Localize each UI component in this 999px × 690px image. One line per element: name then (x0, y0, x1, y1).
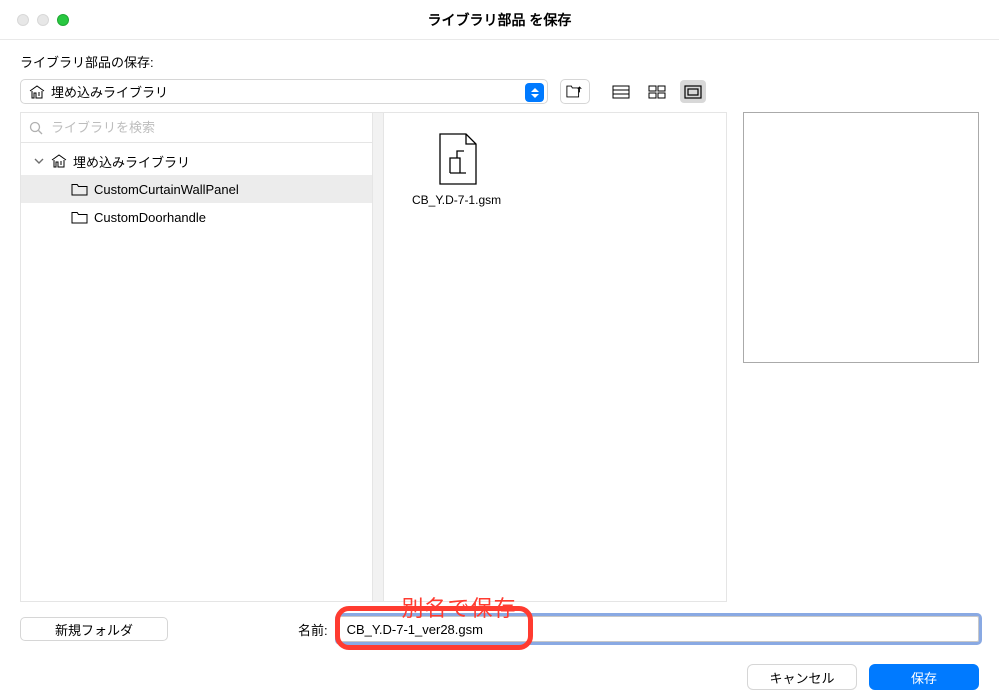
window-controls (17, 14, 69, 26)
tree-item-label: 埋め込みライブラリ (73, 152, 190, 171)
toolbar: ライブラリ部品の保存: 埋め込みライブラリ (0, 40, 999, 112)
save-button[interactable]: 保存 (869, 664, 979, 690)
file-name-label: CB_Y.D-7-1.gsm (412, 193, 501, 207)
go-up-button[interactable] (560, 79, 590, 104)
close-window-button[interactable] (17, 14, 29, 26)
preview-icon (684, 85, 702, 99)
preview-panel (743, 112, 979, 363)
minimize-window-button[interactable] (37, 14, 49, 26)
chevron-down-icon[interactable] (33, 156, 45, 166)
library-icon (51, 154, 67, 168)
cancel-button[interactable]: キャンセル (747, 664, 857, 690)
titlebar: ライブラリ部品 を保存 (0, 0, 999, 40)
zoom-window-button[interactable] (57, 14, 69, 26)
grid-icon (648, 85, 666, 99)
library-select-label: 埋め込みライブラリ (51, 82, 168, 101)
tree-item-label: CustomDoorhandle (94, 210, 206, 225)
tree-item-label: CustomCurtainWallPanel (94, 182, 239, 197)
folder-icon (71, 183, 88, 196)
view-grid-button[interactable] (644, 80, 670, 103)
folder-up-icon (566, 84, 584, 99)
annotation-text: 別名で保存 (402, 591, 517, 623)
file-browser-panel: CB_Y.D-7-1.gsm 別名で保存 (383, 112, 727, 602)
search-icon (29, 121, 43, 135)
window-title: ライブラリ部品 を保存 (0, 10, 999, 30)
tree-item-folder[interactable]: CustomDoorhandle (21, 203, 372, 231)
folder-icon (71, 211, 88, 224)
view-preview-button[interactable] (680, 80, 706, 103)
library-tree: 埋め込みライブラリ CustomCurtainWallPanel CustomD… (21, 143, 372, 601)
file-item[interactable]: CB_Y.D-7-1.gsm (402, 133, 512, 207)
list-icon (612, 85, 630, 99)
new-folder-button[interactable]: 新規フォルダ (20, 617, 168, 641)
search-input[interactable] (51, 120, 364, 135)
gsm-file-icon (436, 133, 478, 185)
library-icon (29, 85, 45, 99)
tree-root-item[interactable]: 埋め込みライブラリ (21, 147, 372, 175)
panel-resizer[interactable] (373, 112, 383, 602)
view-list-button[interactable] (608, 80, 634, 103)
save-location-label: ライブラリ部品の保存: (20, 52, 979, 71)
library-select[interactable]: 埋め込みライブラリ (20, 79, 548, 104)
search-bar (21, 113, 372, 143)
filename-label: 名前: (168, 620, 328, 639)
library-tree-panel: 埋め込みライブラリ CustomCurtainWallPanel CustomD… (20, 112, 373, 602)
select-arrows-icon (525, 83, 544, 102)
tree-item-folder[interactable]: CustomCurtainWallPanel (21, 175, 372, 203)
